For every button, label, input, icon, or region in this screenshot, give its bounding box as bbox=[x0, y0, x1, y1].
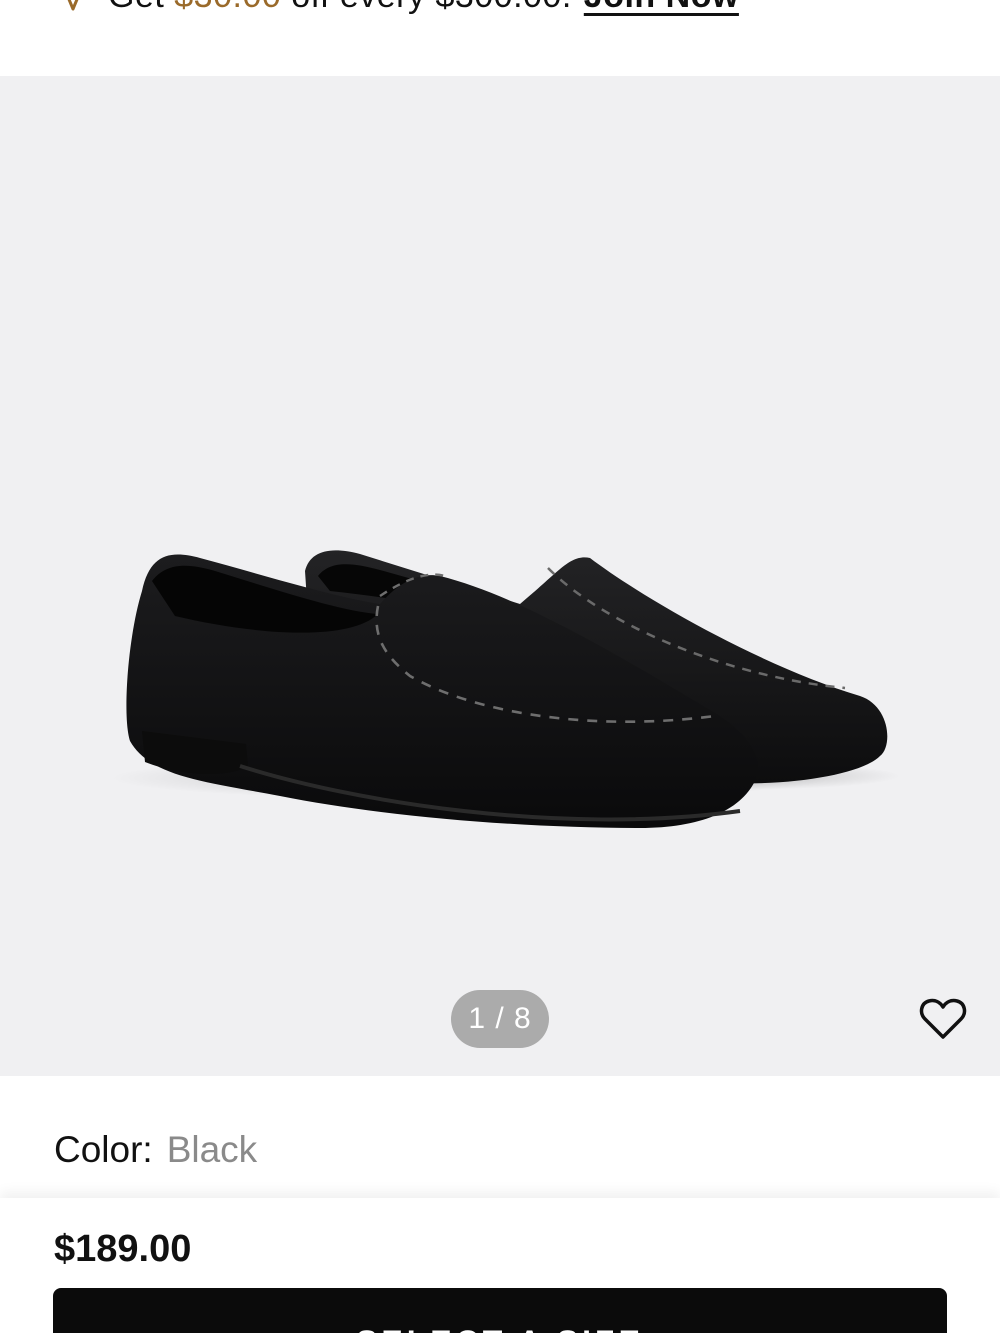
image-counter: 1 / 8 bbox=[451, 990, 549, 1048]
promo-amount: $30.00 bbox=[174, 0, 281, 15]
wishlist-button[interactable] bbox=[916, 996, 970, 1046]
promo-banner: Get $30.00 off every $300.00. Join Now bbox=[0, 0, 1000, 76]
color-label: Color: bbox=[54, 1129, 153, 1170]
heart-icon bbox=[919, 997, 967, 1046]
promo-prefix: Get bbox=[108, 0, 164, 15]
promo-middle: off every $300.00. bbox=[291, 0, 572, 15]
join-now-link[interactable]: Join Now bbox=[584, 0, 739, 16]
product-image bbox=[110, 550, 900, 828]
product-price: $189.00 bbox=[54, 1228, 192, 1270]
select-size-button[interactable]: SELECT A SIZE bbox=[53, 1288, 947, 1333]
sticky-purchase-bar: $189.00 SELECT A SIZE bbox=[0, 1198, 1000, 1333]
product-gallery[interactable]: 1 / 8 bbox=[0, 76, 1000, 1076]
color-selector: Color: Black bbox=[54, 1128, 257, 1172]
promo-text: Get $30.00 off every $300.00. bbox=[108, 0, 572, 16]
product-page: Get $30.00 off every $300.00. Join Now bbox=[0, 0, 1000, 1333]
color-value: Black bbox=[166, 1129, 258, 1170]
diamond-icon bbox=[60, 0, 86, 13]
promo-content: Get $30.00 off every $300.00. Join Now bbox=[60, 0, 739, 16]
